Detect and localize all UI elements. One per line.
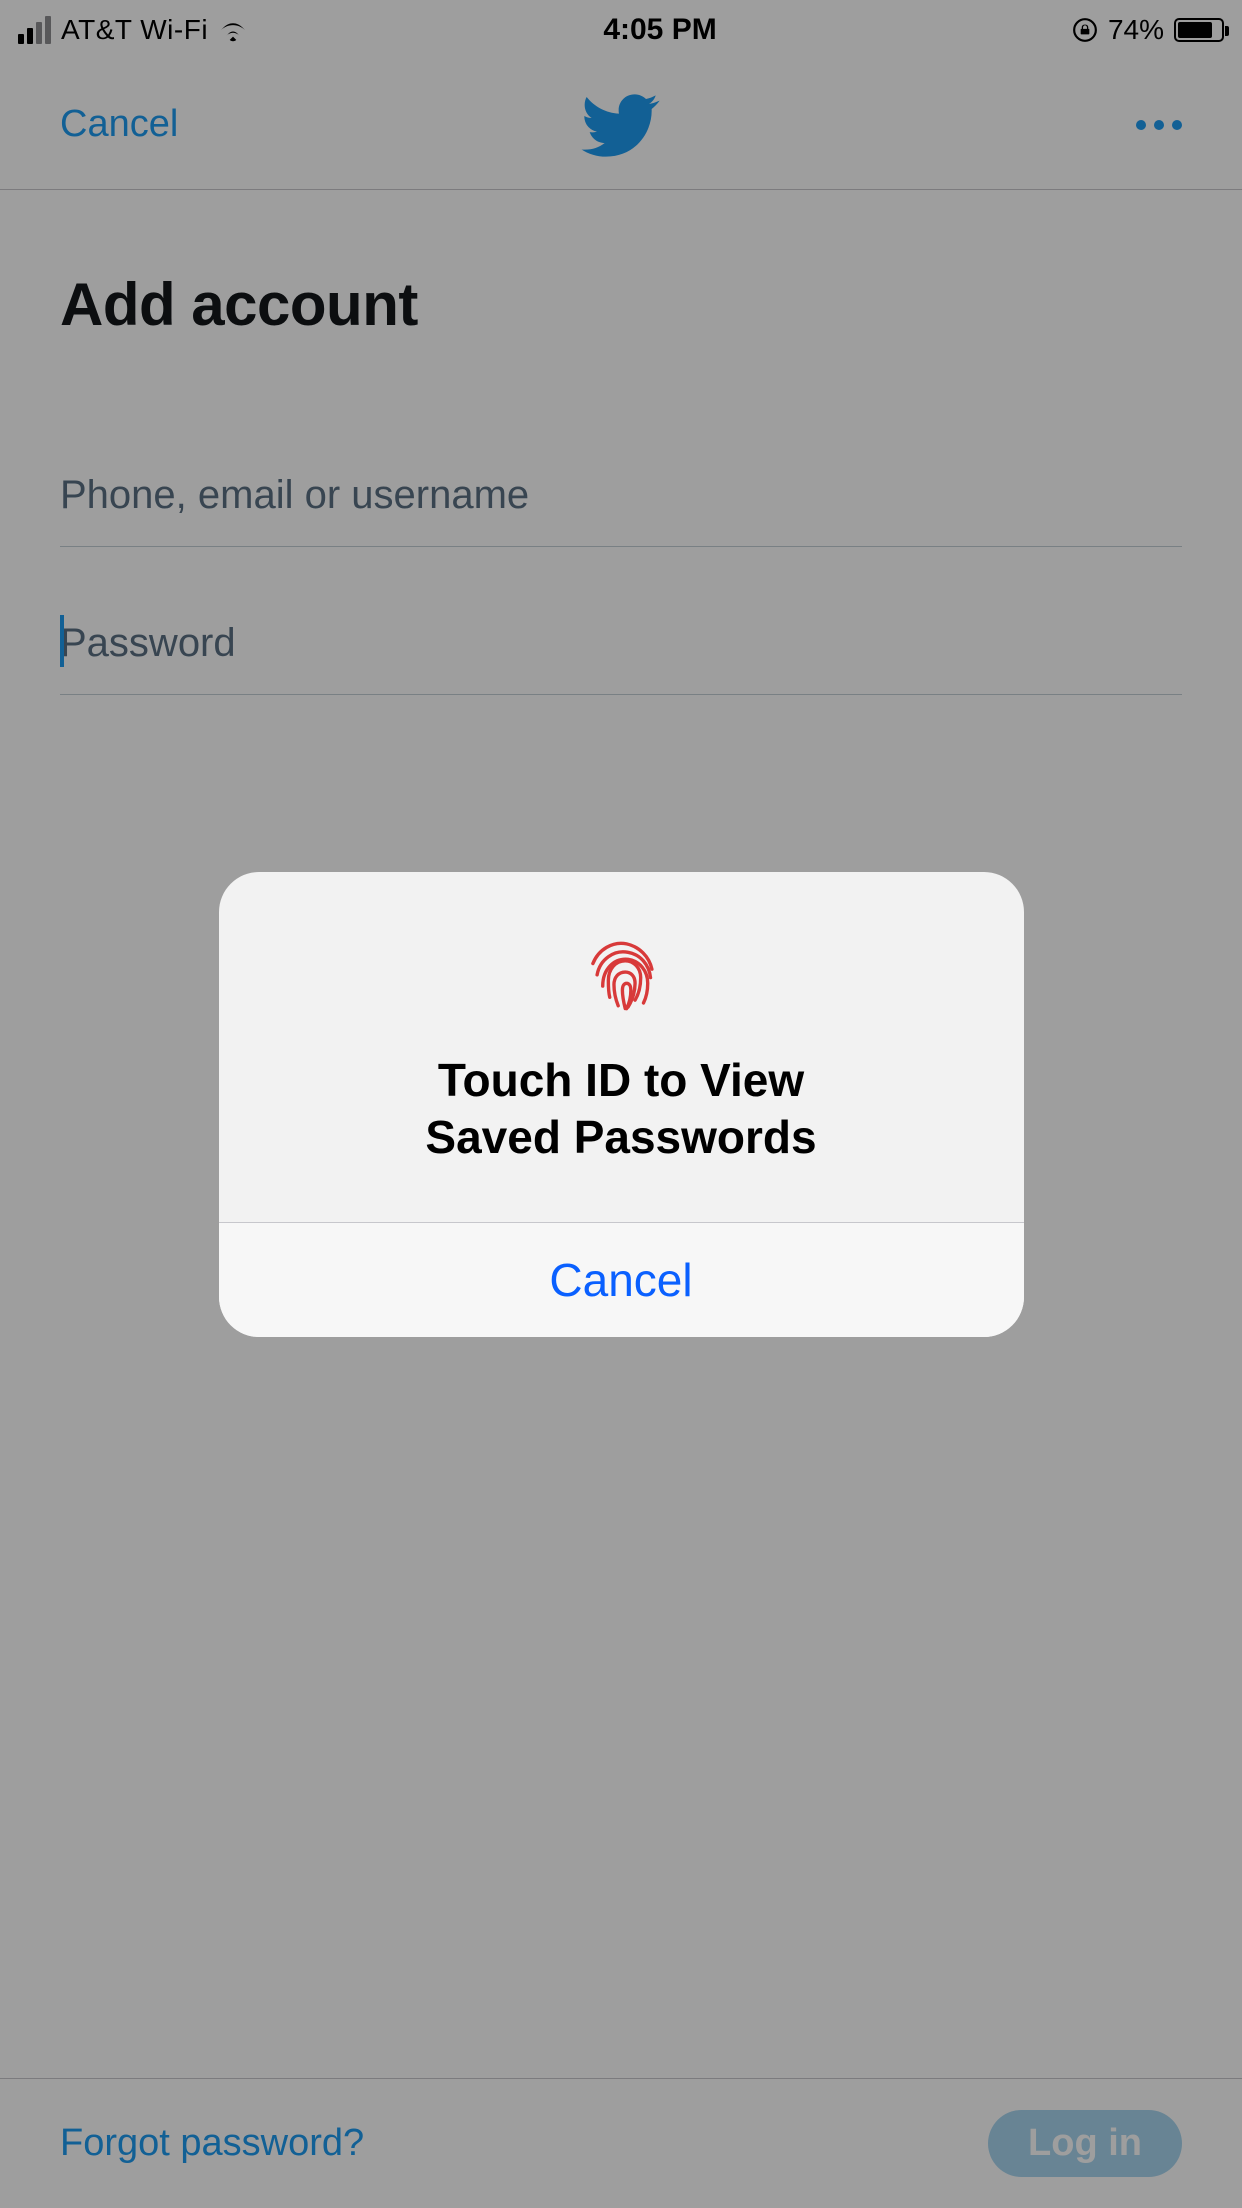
- fingerprint-icon: [576, 927, 666, 1017]
- alert-title-line1: Touch ID to View: [438, 1054, 804, 1106]
- alert-body: Touch ID to View Saved Passwords: [219, 872, 1024, 1222]
- alert-title-line2: Saved Passwords: [425, 1111, 816, 1163]
- alert-cancel-button[interactable]: Cancel: [219, 1223, 1024, 1337]
- alert-title: Touch ID to View Saved Passwords: [279, 1052, 964, 1167]
- touch-id-alert: Touch ID to View Saved Passwords Cancel: [219, 872, 1024, 1337]
- modal-overlay: Touch ID to View Saved Passwords Cancel: [0, 0, 1242, 2208]
